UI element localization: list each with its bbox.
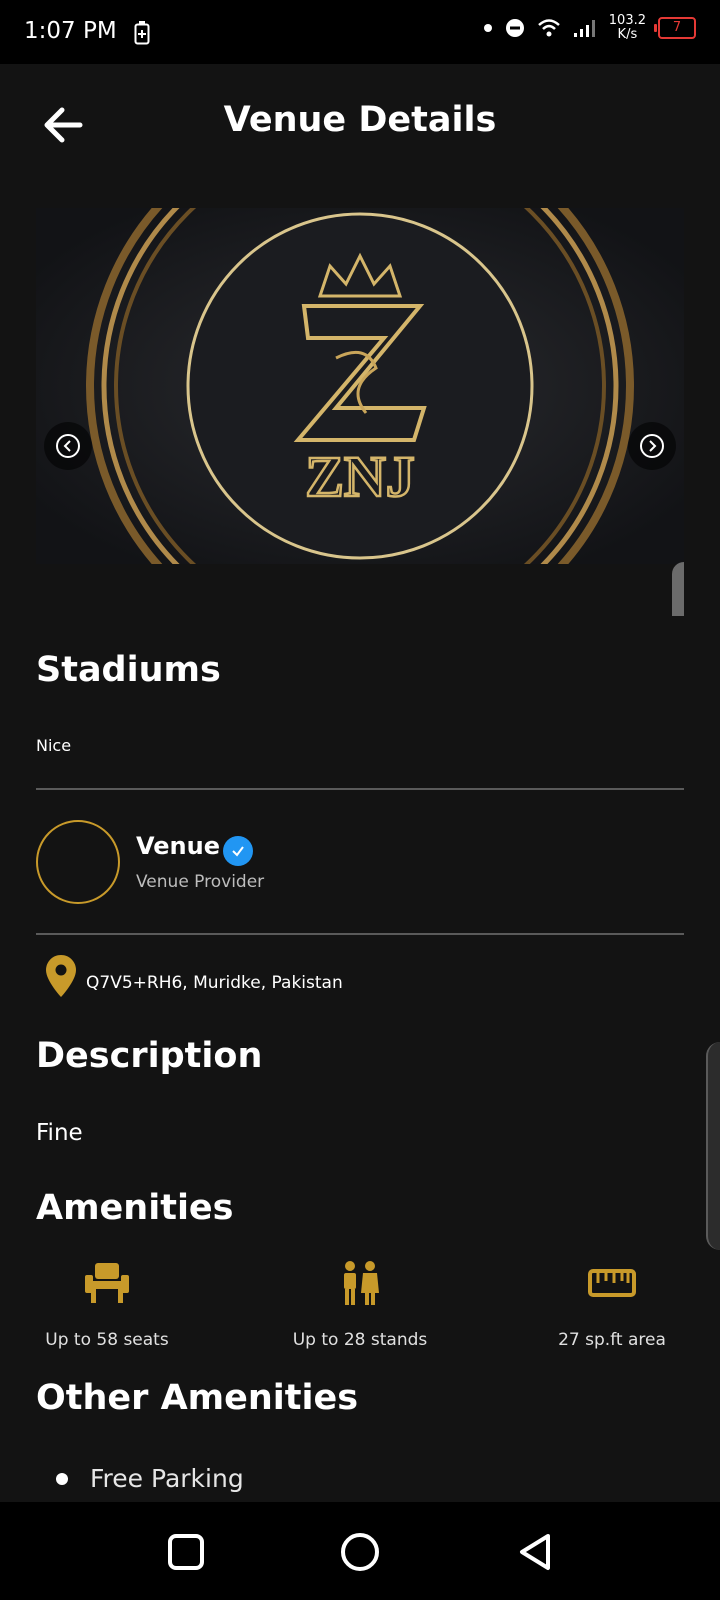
status-bar: 1:07 PM 103.2 K/s 7: [0, 0, 720, 64]
venue-subtitle: Nice: [36, 736, 72, 755]
page-title: Venue Details: [223, 100, 497, 140]
scroll-indicator: [672, 562, 684, 616]
edge-panel-handle[interactable]: [706, 1042, 720, 1250]
amenity-seats: Up to 58 seats: [0, 1258, 217, 1350]
divider: [36, 933, 684, 935]
signal-icon: [573, 20, 595, 37]
other-amenities-heading: Other Amenities: [36, 1378, 359, 1418]
provider-avatar[interactable]: [36, 820, 120, 904]
description-heading: Description: [36, 1036, 263, 1076]
amenity-label: Up to 58 seats: [45, 1330, 169, 1350]
list-item: Free Parking: [56, 1464, 244, 1493]
amenity-stands: Up to 28 stands: [250, 1258, 470, 1350]
chevron-right-circle-icon: [640, 434, 664, 458]
back-triangle-icon[interactable]: [514, 1530, 558, 1574]
people-icon: [344, 1261, 379, 1305]
amenity-area: 27 sp.ft area: [502, 1258, 720, 1350]
network-speed-unit: K/s: [617, 27, 638, 42]
battery-icon: 7: [654, 17, 696, 39]
system-nav-bar: [0, 1502, 720, 1600]
map-pin-icon: [46, 955, 76, 997]
divider: [36, 788, 684, 790]
venue-image-carousel[interactable]: ZNJ: [36, 208, 684, 564]
amenity-label: 27 sp.ft area: [558, 1330, 666, 1350]
description-text: Fine: [36, 1120, 83, 1146]
network-speed-value: 103.2: [608, 13, 646, 28]
app-bar: Venue Details: [0, 64, 720, 182]
battery-level: 7: [672, 20, 682, 35]
battery-saver-icon: [134, 21, 150, 45]
recent-apps-square-icon[interactable]: [164, 1530, 208, 1574]
venue-name: Stadiums: [36, 650, 221, 690]
status-time: 1:07 PM: [24, 18, 117, 44]
logo-text: ZNJ: [305, 444, 415, 509]
network-speed: 103.2 K/s: [609, 14, 646, 42]
provider-name[interactable]: Venue: [136, 832, 220, 860]
seat-icon: [85, 1263, 129, 1303]
notification-dot-icon: [483, 24, 492, 32]
do-not-disturb-icon: [505, 19, 524, 37]
provider-role: Venue Provider: [136, 872, 265, 892]
carousel-next-button[interactable]: [628, 422, 676, 470]
carousel-prev-button[interactable]: [44, 422, 92, 470]
ruler-icon: [588, 1269, 636, 1297]
amenities-heading: Amenities: [36, 1188, 234, 1228]
wifi-icon: [537, 19, 560, 37]
home-circle-icon[interactable]: [338, 1530, 382, 1574]
check-badge-icon: [223, 836, 253, 866]
bullet: [56, 1472, 68, 1485]
venue-logo-image: ZNJ: [36, 208, 684, 564]
other-amenity-label: Free Parking: [90, 1464, 244, 1493]
status-indicators: 103.2 K/s 7: [483, 14, 696, 42]
venue-address[interactable]: Q7V5+RH6, Muridke, Pakistan: [86, 973, 343, 993]
amenity-label: Up to 28 stands: [292, 1330, 428, 1350]
chevron-left-circle-icon: [56, 434, 80, 458]
